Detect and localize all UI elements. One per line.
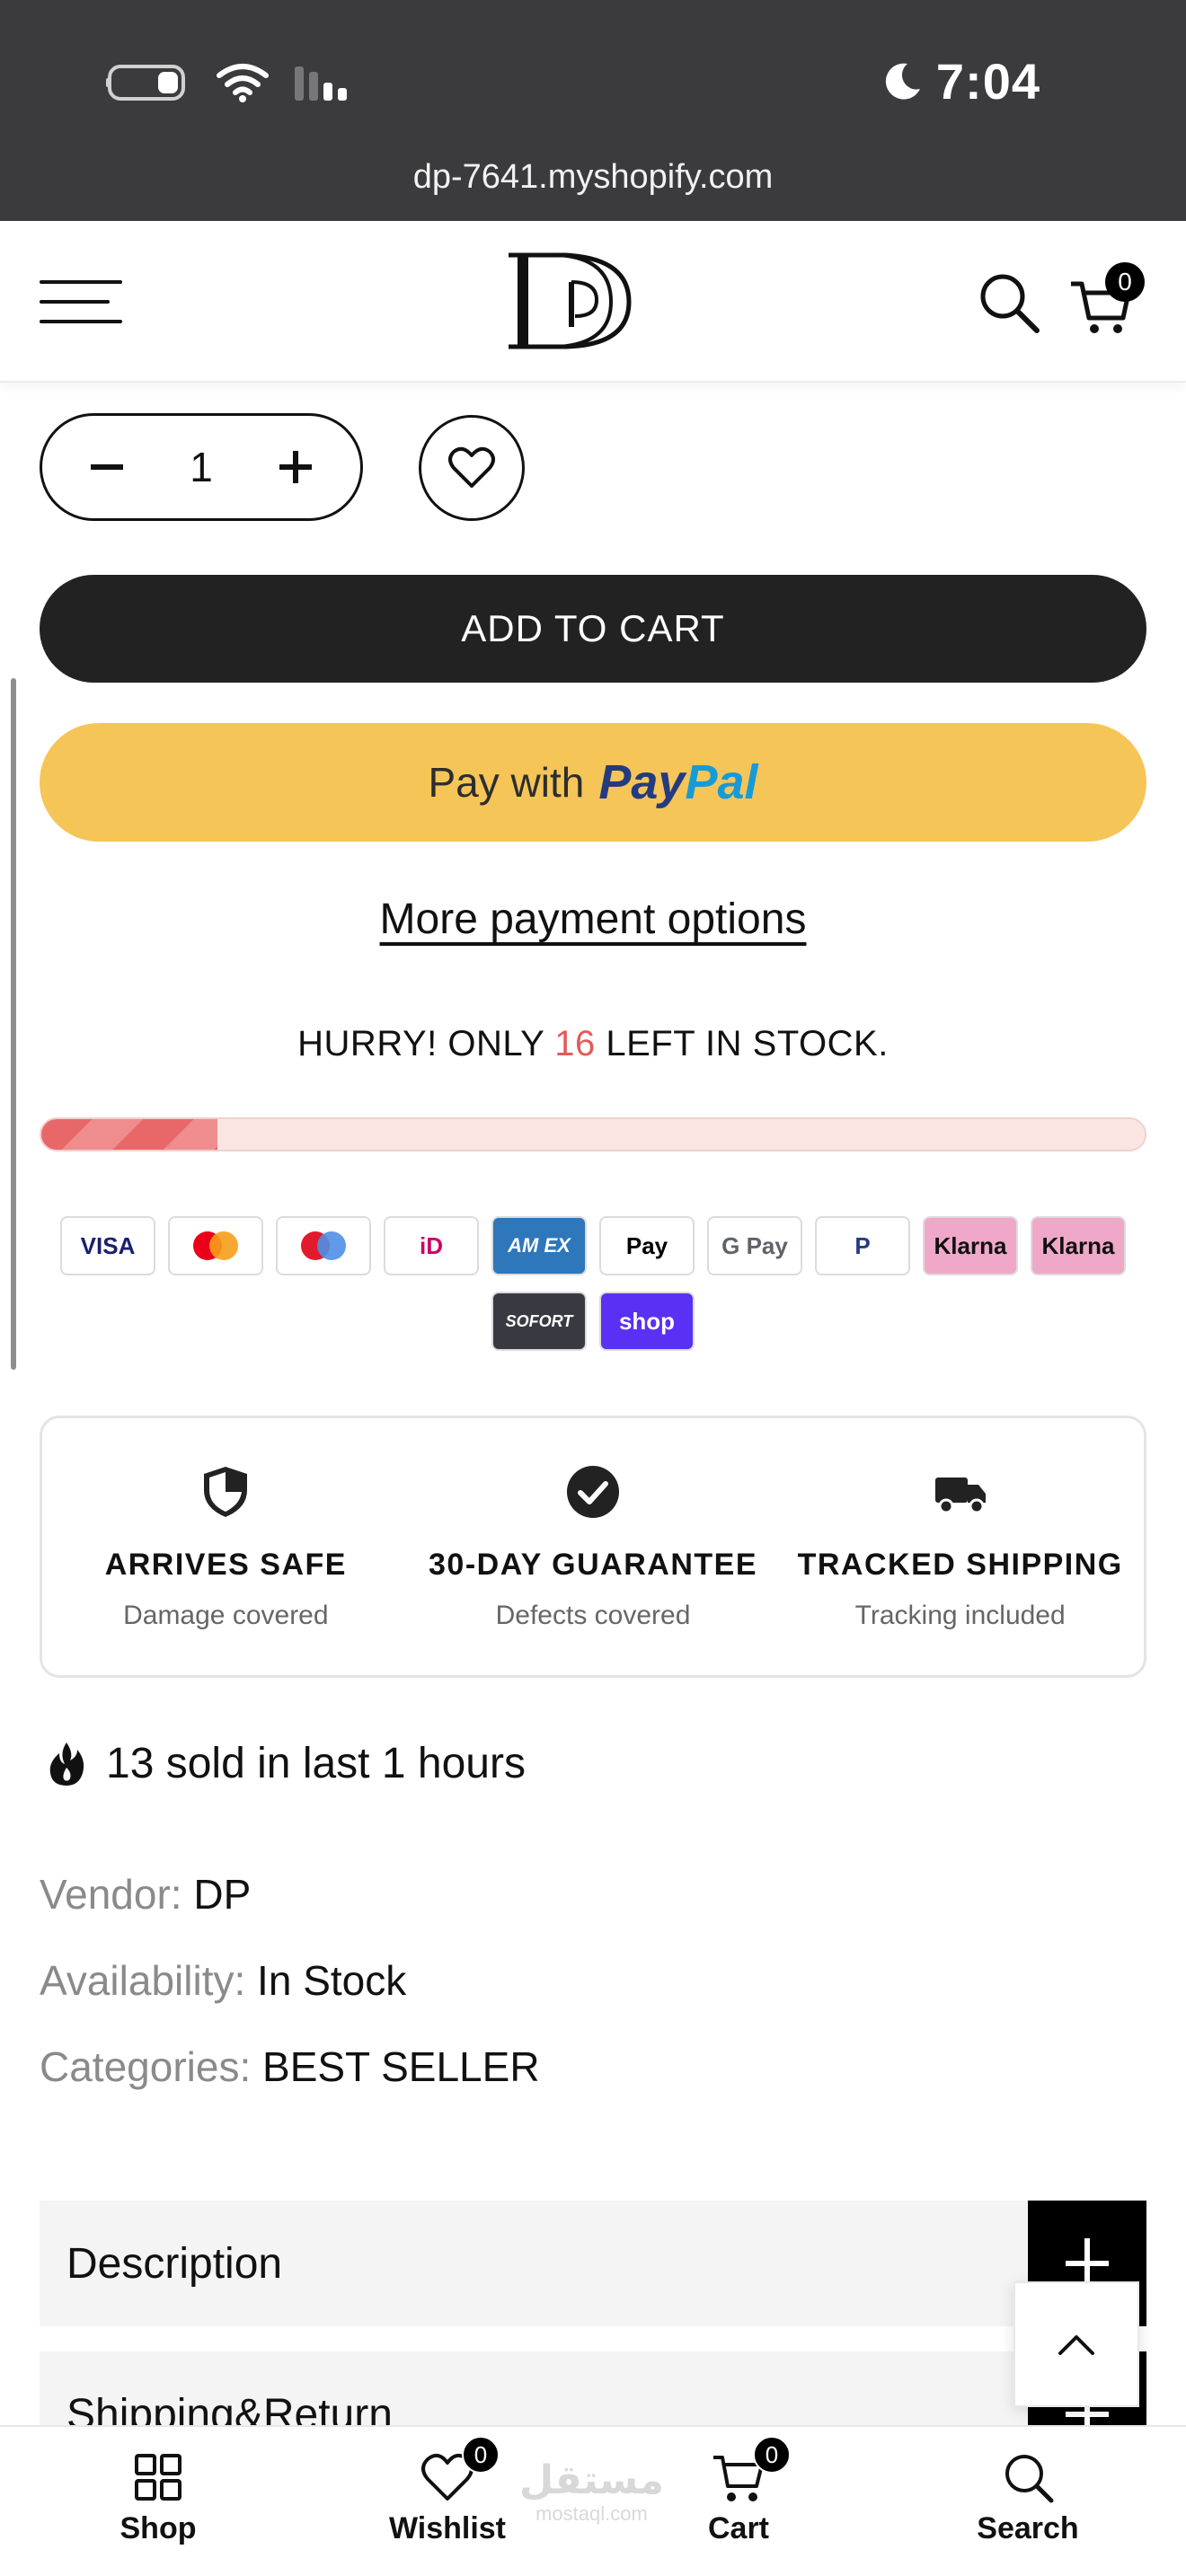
payment-icons: VISA iD AM EX Pay G Pay P Klarna Klarna SOFORT s… [54,1216,1132,1351]
payment-icon-sofort: SOFORT [491,1292,587,1351]
maestro-icon [276,1216,371,1275]
heart-icon [448,446,495,488]
stock-message: HURRY! ONLY 16 LEFT IN STOCK. [297,1024,889,1063]
vendor-value[interactable]: DP [193,1871,251,1918]
status-and-url-bar: 7:04 dp-7641.myshopify.com [0,0,1186,221]
truck-icon [934,1478,986,1514]
decrease-quantity-button[interactable] [87,447,127,487]
address-bar-url[interactable]: dp-7641.myshopify.com [0,158,1186,197]
vendor-row: Vendor: DP [40,1871,252,1918]
check-circle-icon [567,1466,619,1518]
quantity-value[interactable]: 1 [190,443,213,491]
category-link[interactable]: BEST SELLER [262,2043,540,2090]
back-to-top-button[interactable] [1013,2281,1139,2407]
clock: 7:04 [935,53,1040,110]
nav-shop[interactable]: Shop [59,2448,257,2546]
trust-badges: ARRIVES SAFE Damage covered 30-DAY GUARA… [40,1416,1146,1678]
paypal-logo: PayPal [598,755,758,809]
battery-icon [106,65,185,101]
search-icon [1005,2455,1054,2503]
status-icons-left [106,63,356,102]
search-icon[interactable] [978,271,1040,334]
signal-icon [295,66,347,101]
payment-icon-g-pay: G Pay [707,1216,802,1275]
stock-count: 16 [554,1024,596,1063]
apple-pay-icon: Pay [599,1216,695,1275]
fire-icon [49,1742,84,1786]
categories-row: Categories: BEST SELLER [40,2043,540,2090]
trust-item-tracked-shipping: TRACKED SHIPPING Tracking included [776,1418,1144,1675]
payment-icon-am-ex: AM EX [491,1216,587,1275]
brand-logo[interactable] [503,246,647,354]
header-cart-count-badge: 0 [1105,262,1145,302]
status-icons-right: 7:04 [881,52,1040,110]
increase-quantity-button[interactable] [276,447,315,487]
paypal-button-prefix: Pay with [428,759,585,806]
trust-item-guarantee: 30-DAY GUARANTEE Defects covered [410,1418,777,1675]
accordion-description[interactable]: Description [40,2201,1146,2326]
wishlist-count-badge: 0 [462,2436,500,2474]
paypal-button[interactable]: Pay with PayPal [40,723,1146,842]
stock-progress-bar [40,1117,1146,1151]
ideal-icon: iD [384,1216,479,1275]
sold-text: 13 sold in last 1 hours [106,1740,526,1787]
payment-icon-shop: shop [599,1292,695,1351]
nav-cart[interactable]: 0 Cart [640,2436,837,2546]
grid-icon [135,2454,181,2501]
quantity-stepper: 1 [40,413,363,521]
payment-icon-klarna: Klarna [923,1216,1018,1275]
sold-counter: 13 sold in last 1 hours [47,1739,526,1788]
menu-icon[interactable] [40,277,122,327]
availability-row: Availability: In Stock [40,1957,407,2004]
nav-search[interactable]: Search [929,2448,1127,2546]
chevron-up-icon [1058,2335,1094,2355]
stock-progress-fill [41,1119,218,1150]
availability-value: In Stock [257,1957,407,2004]
nav-wishlist[interactable]: 0 Wishlist [349,2436,546,2546]
add-to-wishlist-button[interactable] [419,415,525,521]
shield-icon [204,1467,248,1517]
payment-icon-klarna: Klarna [1031,1216,1126,1275]
cart-count-badge: 0 [753,2436,791,2474]
header-cart-button[interactable]: 0 [1069,262,1145,338]
watermark: مستقل mostaql.com [519,2458,664,2525]
trust-item-arrives-safe: ARRIVES SAFE Damage covered [42,1418,410,1675]
wifi-icon [217,64,269,102]
add-to-cart-button[interactable]: ADD TO CART [40,575,1146,683]
site-header: 0 [0,221,1186,383]
moon-icon [885,63,920,100]
paypal-icon: P [815,1216,910,1275]
mastercard-icon [168,1216,263,1275]
more-payment-options-link[interactable]: More payment options [0,895,1186,944]
payment-icon-visa: VISA [60,1216,155,1275]
